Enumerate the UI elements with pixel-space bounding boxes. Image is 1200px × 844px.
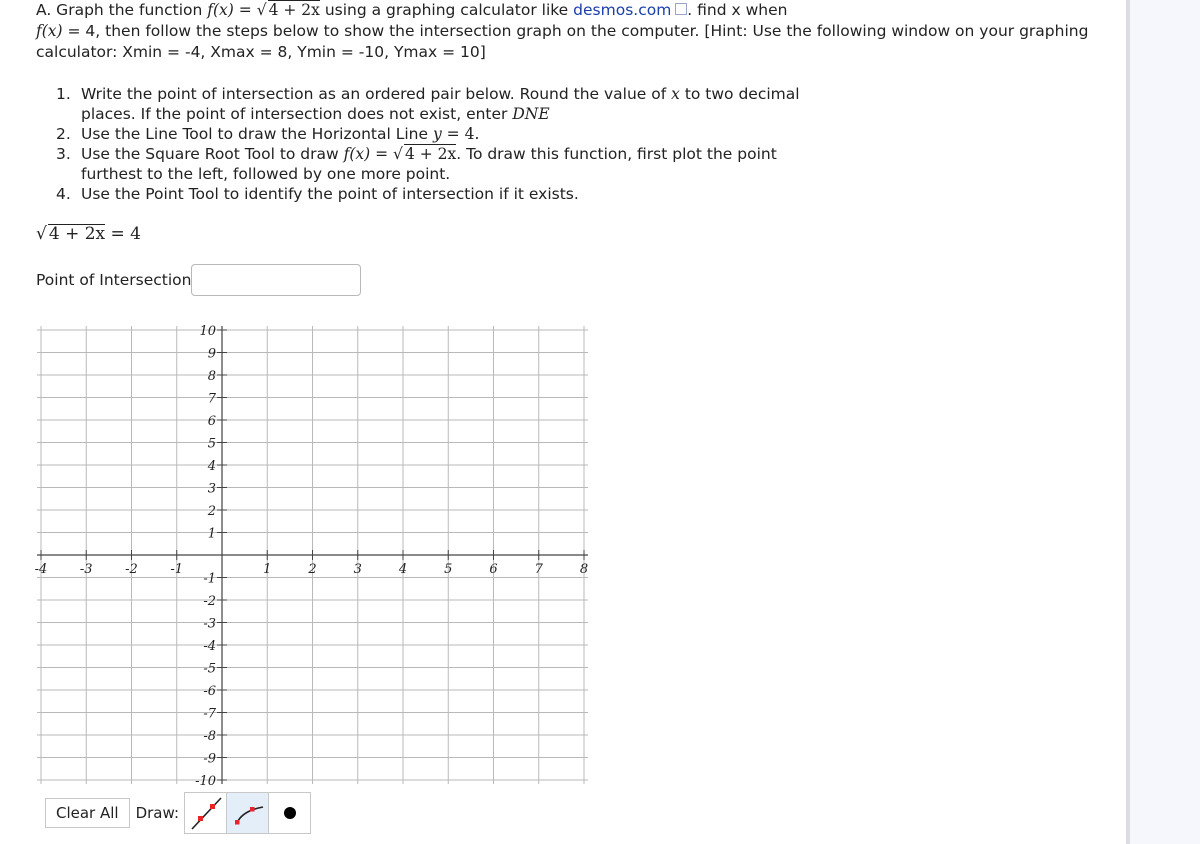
x-tick-label: 7: [535, 562, 544, 577]
y-tick-label: 3: [208, 482, 216, 497]
y-tick-label: -2: [203, 594, 216, 609]
x-tick-label: 8: [580, 562, 588, 577]
graph-canvas[interactable]: -4 -3 -2 -1 1 2 3 4 5 6 7 8 10 9 8 7 6 5 4 3 2 1 -1 -2 -3 -4 -5 -6 -…: [0, 0, 1200, 844]
y-tick-label: 6: [208, 414, 216, 429]
y-tick-label: -5: [203, 662, 216, 677]
y-tick-label: -7: [203, 707, 216, 722]
x-tick-label: -4: [35, 562, 48, 577]
x-tick-label: -1: [170, 562, 183, 577]
point-tool-button[interactable]: [268, 792, 312, 834]
y-tick-label: -4: [203, 639, 216, 654]
y-tick-label: 7: [208, 392, 217, 407]
x-tick-label: 4: [398, 562, 407, 577]
y-tick-label: 8: [208, 369, 216, 384]
y-tick-label: -9: [203, 752, 216, 767]
x-tick-label: 3: [354, 562, 362, 577]
square-root-tool-button[interactable]: [226, 792, 270, 834]
line-tool-button[interactable]: [184, 792, 228, 834]
y-tick-label: 4: [207, 459, 216, 474]
y-tick-label: 1: [208, 527, 216, 542]
y-tick-label: 9: [208, 347, 216, 362]
y-tick-label: 10: [199, 324, 216, 339]
x-tick-label: -2: [125, 562, 138, 577]
y-tick-label: 2: [207, 504, 216, 519]
drawing-toolbar: Clear All Draw:: [45, 792, 312, 834]
x-tick-label: 6: [489, 562, 497, 577]
draw-label: Draw:: [135, 804, 180, 822]
y-tick-label: 5: [208, 437, 216, 452]
y-tick-label: -8: [203, 729, 216, 744]
x-tick-label: 2: [307, 562, 316, 577]
x-tick-label: -3: [80, 562, 93, 577]
point-tool-icon: [283, 807, 296, 819]
y-tick-label: -3: [203, 617, 216, 632]
y-tick-label: -6: [203, 684, 216, 699]
clear-all-button[interactable]: Clear All: [45, 798, 130, 828]
y-tick-label: -10: [195, 774, 216, 789]
x-tick-label: 1: [263, 562, 271, 577]
square-root-tool-icon: [234, 806, 263, 825]
line-tool-icon: [190, 797, 222, 830]
y-tick-label: -1: [203, 572, 216, 587]
x-tick-label: 5: [444, 562, 452, 577]
